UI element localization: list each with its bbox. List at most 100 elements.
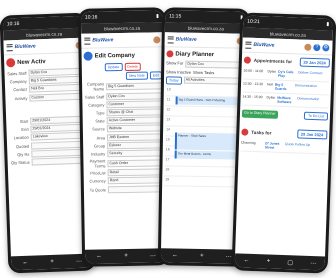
form-row: PriceList Retail bbox=[86, 168, 164, 177]
phone-screen: 10:21 ▮ bluwavecrm.co.za BluWave ? ⚙ App… bbox=[234, 15, 334, 271]
field-label: Qty Rs bbox=[17, 151, 30, 157]
appointment-company[interactable]: Big 5 Guards bbox=[275, 83, 293, 92]
type-field[interactable]: Shares @ Chat bbox=[106, 108, 163, 117]
add-icon[interactable]: + bbox=[267, 258, 271, 264]
payment-terms-field[interactable]: Cash Order bbox=[107, 158, 164, 167]
back-arrow-icon[interactable]: ← bbox=[243, 258, 249, 264]
avatar[interactable] bbox=[304, 43, 312, 51]
page-title: Edit Company bbox=[83, 50, 162, 61]
appointment-time: 10:00 - 11:00 bbox=[243, 68, 264, 74]
field-label: Currency bbox=[89, 178, 106, 185]
slot-hour: 16 bbox=[165, 147, 170, 152]
appointments-icon bbox=[243, 56, 251, 64]
field-label: Qty Status bbox=[10, 159, 30, 166]
field-label: Category bbox=[88, 102, 105, 108]
slot-hour: 13 bbox=[166, 117, 171, 122]
status-time: 11:15 bbox=[169, 13, 182, 20]
staff-select[interactable]: Dylan Cox bbox=[185, 60, 245, 69]
status-time: 10:16 bbox=[6, 20, 20, 28]
planner-nav: Today All Activities bbox=[165, 76, 245, 85]
sales-staff-field[interactable]: Dylan Cox bbox=[106, 91, 163, 100]
calendar-event[interactable]: The Meat Boxers - Demo bbox=[174, 150, 241, 160]
form-row: To Quote bbox=[86, 184, 164, 193]
help-icon[interactable]: ? bbox=[313, 43, 321, 51]
appointment-time: 14:30 - 15:00 bbox=[242, 94, 263, 100]
state-field[interactable]: Active Customer bbox=[106, 116, 163, 125]
form-row: Industry Security bbox=[85, 149, 164, 158]
tasks-date[interactable]: 29 Jan 2024 bbox=[296, 129, 328, 140]
page-title-text: New Activ bbox=[17, 58, 46, 66]
calendar-event[interactable]: Big 5 Guard Plans - Neil P Meeting bbox=[175, 96, 242, 106]
appointment-type[interactable]: Demonstration bbox=[297, 96, 329, 105]
back-arrow-icon[interactable]: ← bbox=[22, 260, 28, 266]
more-icon[interactable]: ⋯ bbox=[150, 252, 156, 259]
form-row: Qty Status bbox=[10, 156, 88, 167]
task-type[interactable]: Quote Follow Up bbox=[285, 142, 327, 151]
delete-button[interactable]: Delete bbox=[124, 62, 141, 71]
currency-field[interactable]: Rand bbox=[107, 176, 164, 185]
menu-icon[interactable] bbox=[6, 43, 13, 51]
page-title: Diary Planner bbox=[166, 50, 244, 58]
group-field[interactable]: Eskwer bbox=[107, 141, 164, 149]
task-location[interactable]: 27 Jones Street bbox=[265, 141, 283, 150]
menu-icon[interactable] bbox=[84, 37, 91, 45]
menu-icon[interactable] bbox=[245, 41, 252, 49]
activity-filter[interactable]: All Activities bbox=[183, 76, 245, 85]
tabs-icon[interactable]: ▢ bbox=[287, 259, 293, 266]
field-label: Quoted bbox=[15, 143, 30, 149]
todo-list-button[interactable]: To Do List bbox=[303, 111, 329, 121]
more-icon[interactable]: ⋯ bbox=[76, 257, 82, 264]
form-row: Source Website bbox=[85, 124, 163, 133]
url-text: bluwavecrm.co.za bbox=[269, 30, 306, 38]
appointment-row[interactable]: 14:30 - 15:00 Dylan McWave Software Demo… bbox=[242, 92, 329, 109]
time-slot[interactable]: 19 bbox=[164, 176, 243, 188]
company-name-field[interactable]: Big 5 Guardians bbox=[106, 82, 163, 91]
appointment-company[interactable]: McWave Software bbox=[277, 96, 295, 105]
source-field[interactable]: Website bbox=[106, 124, 163, 133]
to-quote-field[interactable] bbox=[107, 184, 164, 193]
qty-status-field[interactable] bbox=[31, 156, 88, 166]
form-row: Group Eskwer bbox=[85, 141, 164, 149]
show-inactive-toggle[interactable]: Show Inactive bbox=[166, 69, 191, 74]
back-arrow-icon[interactable]: ← bbox=[172, 252, 178, 258]
back-arrow-icon[interactable]: ← bbox=[96, 253, 102, 259]
area-field[interactable]: JHB Eastern bbox=[106, 132, 164, 141]
show-tasks-toggle[interactable]: Show Tasks bbox=[193, 70, 214, 75]
bottom-nav: ← + ⋯ bbox=[160, 248, 244, 264]
appointment-type[interactable]: Deliver Contract bbox=[298, 70, 330, 79]
field-label: Activity bbox=[14, 95, 28, 101]
field-label: Contact bbox=[13, 87, 28, 93]
appointment-company[interactable]: Dy's Cafe Play bbox=[278, 70, 296, 79]
logo: BluWave bbox=[175, 36, 197, 43]
field-label: Sales Staff bbox=[84, 93, 105, 100]
industry-field[interactable]: Security bbox=[107, 149, 164, 158]
avatar[interactable] bbox=[153, 35, 161, 43]
url-text: bluwavecrm.co.za bbox=[104, 25, 141, 31]
field-label: Source bbox=[92, 126, 105, 132]
appointment-type[interactable]: Demonstration bbox=[295, 83, 329, 92]
page-title: New Activ bbox=[6, 56, 84, 68]
more-icon[interactable]: ⋯ bbox=[310, 259, 316, 266]
appointments-date[interactable]: 29 Jan 2024 bbox=[299, 57, 330, 68]
add-icon[interactable]: + bbox=[200, 253, 204, 259]
today-button[interactable]: Today bbox=[165, 76, 182, 85]
logo: BluWave bbox=[14, 43, 36, 51]
appointment-staff: Dylan bbox=[267, 69, 277, 74]
update-button[interactable]: Update bbox=[104, 63, 123, 72]
task-row[interactable]: Channing 27 Jones Street Quote Follow Up bbox=[240, 138, 328, 155]
settings-icon[interactable]: ⚙ bbox=[322, 43, 330, 52]
calendar-event[interactable]: Planner - Shell Sales bbox=[174, 132, 242, 151]
add-icon[interactable]: + bbox=[124, 253, 128, 259]
logo: BluWave bbox=[92, 37, 114, 44]
category-field[interactable]: Customer bbox=[106, 100, 163, 109]
new-note-button[interactable]: New Note bbox=[125, 71, 148, 81]
field-label: Type bbox=[95, 110, 105, 116]
diary-planner-button[interactable]: Go to Diary Planner bbox=[241, 109, 278, 119]
calendar-icon bbox=[166, 50, 174, 58]
status-time: 10:16 bbox=[84, 14, 98, 21]
time-slots: 10 11 12 13 14 15 16 17 18 19 Big 5 Guar… bbox=[164, 86, 244, 188]
add-icon[interactable]: + bbox=[50, 259, 54, 265]
menu-icon[interactable] bbox=[167, 35, 174, 43]
pricelist-field[interactable]: Retail bbox=[107, 168, 164, 177]
bottom-nav: ← + ▢ ⋯ bbox=[234, 253, 326, 271]
